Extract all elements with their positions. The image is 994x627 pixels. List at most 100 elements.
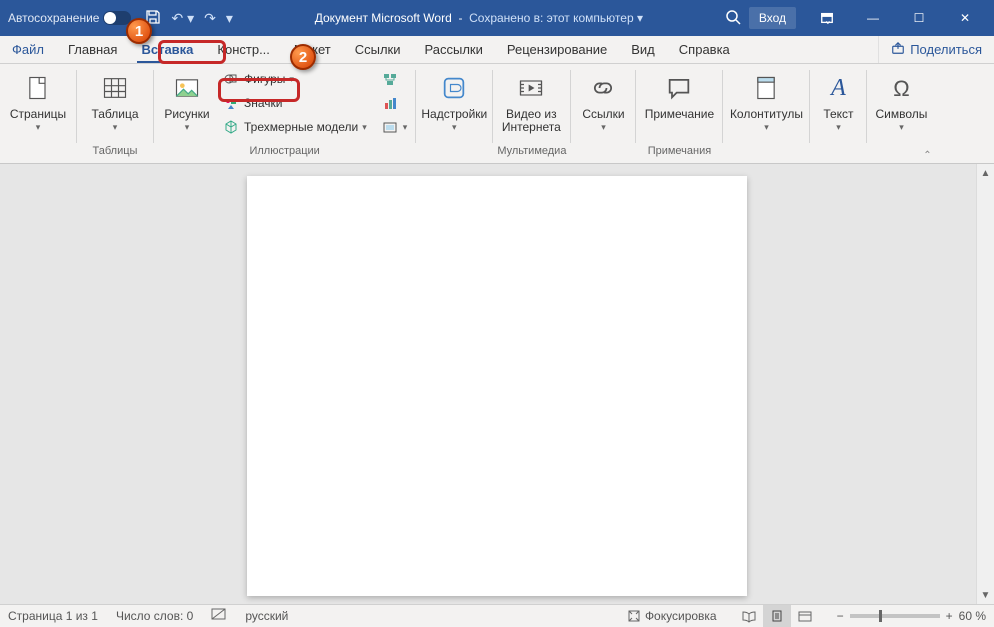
tab-design[interactable]: Констр...	[205, 36, 282, 63]
group-headerfooter-label	[727, 145, 805, 163]
omega-icon: Ω	[893, 70, 909, 106]
zoom-out-button[interactable]: −	[837, 609, 844, 623]
icons-button[interactable]: Значки	[218, 92, 371, 114]
group-pages: Страницы ▾	[0, 64, 76, 163]
textbox-icon: A	[831, 70, 846, 106]
tab-review[interactable]: Рецензирование	[495, 36, 619, 63]
comment-button[interactable]: Примечание	[640, 68, 718, 121]
web-layout-icon[interactable]	[791, 605, 819, 627]
scroll-up-icon[interactable]: ▲	[977, 164, 994, 182]
table-label: Таблица	[91, 108, 138, 121]
group-illustrations-label: Иллюстрации	[158, 145, 411, 163]
share-button[interactable]: Поделиться	[878, 36, 994, 63]
chevron-down-icon: ▾	[289, 74, 294, 85]
vertical-scrollbar[interactable]: ▲ ▼	[976, 164, 994, 604]
group-addins: Надстройки ▾	[416, 64, 492, 163]
redo-icon[interactable]: ↷	[204, 10, 216, 27]
collapse-ribbon-icon[interactable]: ⌃	[921, 149, 933, 161]
addins-label: Надстройки	[421, 108, 487, 121]
zoom-slider[interactable]	[850, 614, 940, 618]
undo-icon[interactable]: ↶ ▾	[171, 10, 194, 27]
document-area: ▲ ▼	[0, 164, 994, 604]
group-text-label	[814, 145, 862, 163]
ribbon: Страницы ▾ Таблица ▾ Таблицы Рисунки ▾	[0, 64, 994, 164]
headerfooter-icon	[752, 70, 780, 106]
pictures-label: Рисунки	[164, 108, 209, 121]
online-video-label: Видео из Интернета	[502, 108, 561, 134]
zoom-level[interactable]: 60 %	[959, 609, 986, 623]
pictures-button[interactable]: Рисунки ▾	[158, 68, 216, 134]
tab-mailings[interactable]: Рассылки	[413, 36, 495, 63]
comment-icon	[665, 70, 693, 106]
doc-title-text: Документ Microsoft Word	[315, 11, 452, 25]
screenshot-icon	[381, 118, 399, 136]
tab-help[interactable]: Справка	[667, 36, 742, 63]
text-button[interactable]: A Текст ▾	[814, 68, 862, 134]
group-tables-label: Таблицы	[81, 145, 149, 163]
word-count[interactable]: Число слов: 0	[116, 609, 193, 623]
callout-2: 2	[290, 44, 316, 70]
ribbon-display-options-icon[interactable]	[804, 0, 850, 36]
symbols-label: Символы	[876, 108, 928, 121]
saved-location-text: Сохранено в: этот компьютер	[469, 11, 634, 25]
cube-icon	[222, 118, 240, 136]
document-page[interactable]	[247, 176, 747, 596]
language[interactable]: русский	[245, 609, 288, 623]
page-count[interactable]: Страница 1 из 1	[8, 609, 98, 623]
group-pages-label	[4, 145, 72, 163]
group-media-label: Мультимедиа	[497, 145, 566, 163]
proofing-icon[interactable]	[211, 607, 227, 624]
window-title: Документ Microsoft Word - Сохранено в: э…	[233, 11, 725, 25]
group-media: Видео из Интернета Мультимедиа	[493, 64, 570, 163]
screenshot-button[interactable]: ▾	[377, 116, 412, 138]
links-label: Ссылки	[582, 108, 624, 121]
login-button[interactable]: Вход	[749, 7, 796, 29]
symbols-button[interactable]: Ω Символы ▾	[871, 68, 931, 134]
page-icon	[24, 70, 52, 106]
chevron-down-icon: ▾	[452, 121, 457, 134]
scroll-track[interactable]	[977, 182, 994, 586]
smartart-button[interactable]	[377, 68, 412, 90]
pictures-icon	[173, 70, 201, 106]
pages-label: Страницы	[10, 108, 66, 121]
icons-icon	[222, 94, 240, 112]
online-video-button[interactable]: Видео из Интернета	[497, 68, 565, 134]
callout-1: 1	[126, 18, 152, 44]
tab-view[interactable]: Вид	[619, 36, 667, 63]
links-button[interactable]: Ссылки ▾	[575, 68, 631, 134]
scroll-down-icon[interactable]: ▼	[977, 586, 994, 604]
group-links: Ссылки ▾	[571, 64, 635, 163]
pages-button[interactable]: Страницы ▾	[4, 68, 72, 134]
addins-icon	[440, 70, 468, 106]
group-illustrations: Рисунки ▾ Фигуры ▾ Значки Трехмерные мод…	[154, 64, 415, 163]
qat-customize-icon[interactable]: ▾	[226, 10, 233, 27]
focus-mode[interactable]: Фокусировка	[627, 609, 717, 623]
share-label: Поделиться	[910, 42, 982, 57]
video-icon	[517, 70, 545, 106]
chevron-down-icon: ▾	[403, 122, 408, 133]
headerfooter-button[interactable]: Колонтитулы ▾	[727, 68, 805, 134]
maximize-icon[interactable]: ☐	[896, 0, 942, 36]
chevron-down-icon: ▾	[113, 121, 118, 134]
chevron-down-icon: ▾	[601, 121, 606, 134]
minimize-icon[interactable]: —	[850, 0, 896, 36]
table-button[interactable]: Таблица ▾	[81, 68, 149, 134]
chart-button[interactable]	[377, 92, 412, 114]
chevron-down-icon: ▾	[764, 121, 769, 134]
chart-icon	[381, 94, 399, 112]
link-icon	[589, 70, 617, 106]
tab-references[interactable]: Ссылки	[343, 36, 413, 63]
read-mode-icon[interactable]	[735, 605, 763, 627]
search-icon[interactable]	[725, 9, 741, 28]
tab-file[interactable]: Файл	[0, 36, 56, 63]
print-layout-icon[interactable]	[763, 605, 791, 627]
zoom-in-button[interactable]: +	[946, 609, 953, 623]
addins-button[interactable]: Надстройки ▾	[420, 68, 488, 134]
3d-models-button[interactable]: Трехмерные модели ▾	[218, 116, 371, 138]
table-icon	[101, 70, 129, 106]
group-links-label	[575, 145, 631, 163]
tab-home[interactable]: Главная	[56, 36, 129, 63]
shapes-button[interactable]: Фигуры ▾	[218, 68, 371, 90]
view-buttons	[735, 605, 819, 627]
close-icon[interactable]: ✕	[942, 0, 988, 36]
